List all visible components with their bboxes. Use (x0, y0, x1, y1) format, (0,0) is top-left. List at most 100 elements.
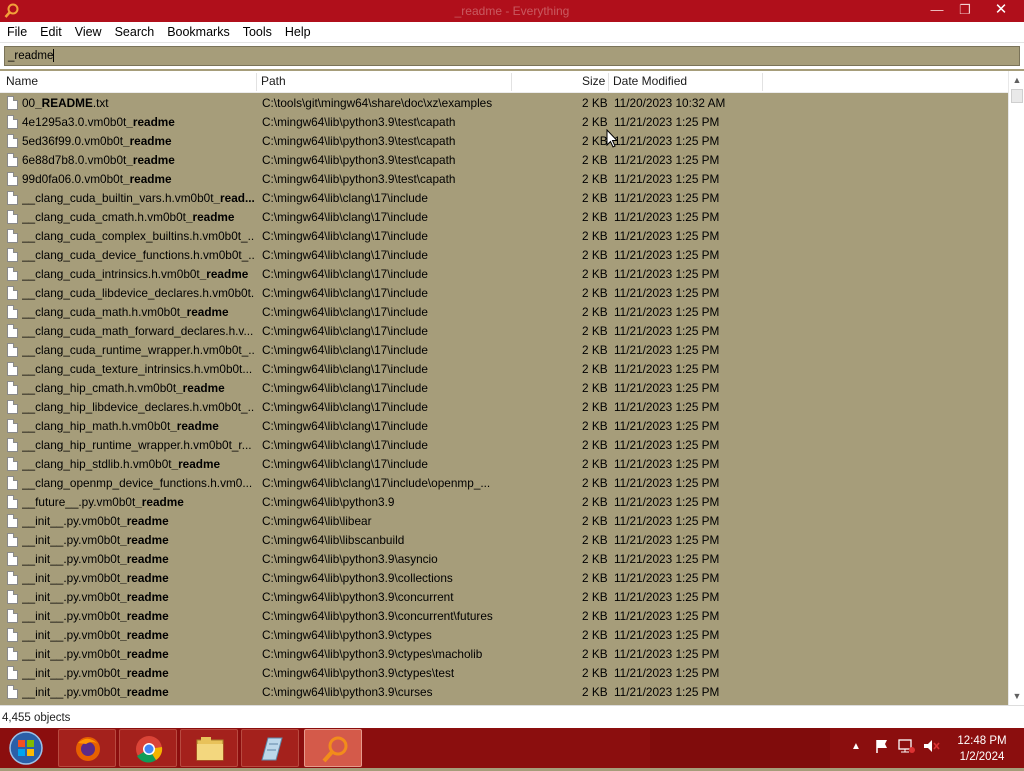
taskbar-firefox-button[interactable] (58, 729, 116, 767)
table-row[interactable]: __clang_cuda_device_functions.h.vm0b0t_.… (0, 246, 1008, 265)
file-path: C:\mingw64\lib\clang\17\include\openmp_.… (262, 476, 491, 490)
menu-file[interactable]: File (0, 22, 33, 39)
vertical-scrollbar[interactable]: ▲ ▼ (1008, 71, 1024, 705)
file-name-text: __clang_hip_runtime_wrapper.h.vm0b0t_r..… (22, 438, 252, 452)
table-row[interactable]: __clang_cuda_runtime_wrapper.h.vm0b0t_..… (0, 341, 1008, 360)
file-name-match: _readme (123, 172, 172, 186)
file-icon (7, 400, 18, 414)
file-name-match: _readme (135, 495, 184, 509)
table-row[interactable]: __clang_cuda_math.h.vm0b0t_readme C:\ming… (0, 303, 1008, 322)
menu-view[interactable]: View (68, 22, 108, 39)
file-size: 2 KB (582, 419, 608, 433)
table-row[interactable]: __init__.py.vm0b0t_readme C:\mingw64\lib\… (0, 683, 1008, 702)
table-row[interactable]: __clang_cuda_intrinsics.h.vm0b0t_readme C… (0, 265, 1008, 284)
file-date-modified: 11/21/2023 1:25 PM (614, 381, 720, 395)
taskbar-everything-button[interactable] (304, 729, 362, 767)
table-row[interactable]: __init__.py.vm0b0t_readme C:\mingw64\lib\… (0, 569, 1008, 588)
scrollbar-thumb[interactable] (1011, 89, 1023, 103)
column-header-date-modified[interactable]: Date Modified (613, 74, 687, 88)
table-row[interactable]: 5ed36f99.0.vm0b0t_readme C:\mingw64\lib\p… (0, 132, 1008, 151)
file-name-text: __clang_cuda_libdevice_declares.h.vm0b0t… (22, 286, 254, 300)
table-row[interactable]: __clang_cuda_math_forward_declares.h.v..… (0, 322, 1008, 341)
results-list: 00_README.txt C:\tools\git\mingw64\share\… (0, 94, 1008, 704)
taskbar-chrome-button[interactable] (119, 729, 177, 767)
table-row[interactable]: __init__.py.vm0b0t_readme C:\mingw64\lib\… (0, 531, 1008, 550)
file-name: __init__.py.vm0b0t_readme (22, 571, 254, 585)
table-row[interactable]: __init__.py.vm0b0t_readme C:\mingw64\lib\… (0, 588, 1008, 607)
table-row[interactable]: __init__.py.vm0b0t_readme C:\mingw64\lib\… (0, 626, 1008, 645)
file-name-text: __clang_hip_libdevice_declares.h.vm0b0t_… (22, 400, 254, 414)
table-row[interactable]: __future__.py.vm0b0t_readme C:\mingw64\li… (0, 493, 1008, 512)
file-icon (7, 514, 18, 528)
file-name-text: __clang_cuda_complex_builtins.h.vm0b0t_.… (22, 229, 254, 243)
file-name-text: __clang_cuda_intrinsics.h.vm0b0t (22, 267, 200, 281)
file-name: __clang_cuda_libdevice_declares.h.vm0b0t… (22, 286, 254, 300)
menu-search[interactable]: Search (108, 22, 161, 39)
menu-bookmarks[interactable]: Bookmarks (160, 22, 236, 39)
object-count: 4,455 objects (2, 712, 71, 724)
taskbar-file-explorer-button[interactable] (180, 729, 238, 767)
file-name-match: _readme (199, 267, 249, 281)
table-row[interactable]: 4e1295a3.0.vm0b0t_readme C:\mingw64\lib\p… (0, 113, 1008, 132)
table-row[interactable]: __clang_hip_math.h.vm0b0t_readme C:\mingw… (0, 417, 1008, 436)
minimize-button[interactable]: — (922, 0, 952, 20)
column-header-path[interactable]: Path (261, 74, 286, 88)
file-name: __clang_cuda_runtime_wrapper.h.vm0b0t_..… (22, 343, 254, 357)
action-center-flag-icon[interactable] (874, 738, 890, 754)
table-row[interactable]: __clang_openmp_device_functions.h.vm0...… (0, 474, 1008, 493)
table-row[interactable]: __init__.py.vm0b0t_readme C:\mingw64\lib\… (0, 607, 1008, 626)
table-row[interactable]: __clang_cuda_complex_builtins.h.vm0b0t_.… (0, 227, 1008, 246)
column-divider[interactable] (256, 73, 257, 91)
scroll-down-arrow-icon[interactable]: ▼ (1009, 688, 1024, 704)
table-row[interactable]: __clang_cuda_texture_intrinsics.h.vm0b0t… (0, 360, 1008, 379)
table-row[interactable]: 00_README.txt C:\tools\git\mingw64\share\… (0, 94, 1008, 113)
table-row[interactable]: __clang_hip_cmath.h.vm0b0t_readme C:\ming… (0, 379, 1008, 398)
file-name-match: _read... (213, 191, 255, 205)
file-date-modified: 11/21/2023 1:25 PM (614, 552, 720, 566)
table-row[interactable]: __init__.py.vm0b0t_readme C:\mingw64\lib\… (0, 645, 1008, 664)
file-name-text: __init__.py.vm0b0t (22, 685, 121, 699)
table-row[interactable]: __clang_cuda_cmath.h.vm0b0t_readme C:\min… (0, 208, 1008, 227)
table-row[interactable]: __init__.py.vm0b0t_readme C:\mingw64\lib\… (0, 512, 1008, 531)
file-date-modified: 11/21/2023 1:25 PM (614, 609, 720, 623)
scroll-up-arrow-icon[interactable]: ▲ (1009, 72, 1024, 88)
column-divider[interactable] (511, 73, 512, 91)
menu-tools[interactable]: Tools (236, 22, 278, 39)
table-row[interactable]: __init__.py.vm0b0t_readme C:\mingw64\lib\… (0, 550, 1008, 569)
table-row[interactable]: __clang_hip_libdevice_declares.h.vm0b0t_… (0, 398, 1008, 417)
file-size: 2 KB (582, 533, 608, 547)
table-row[interactable]: __clang_cuda_builtin_vars.h.vm0b0t_read.… (0, 189, 1008, 208)
file-path: C:\mingw64\lib\clang\17\include (262, 362, 428, 376)
file-icon (7, 457, 18, 471)
maximize-button[interactable]: ❐ (950, 0, 980, 20)
table-row[interactable]: __init__.py.vm0b0t_readme C:\mingw64\lib\… (0, 664, 1008, 683)
file-icon (7, 495, 18, 509)
column-header-name[interactable]: Name (6, 74, 38, 88)
taskbar-notepad-button[interactable] (241, 729, 299, 767)
table-row[interactable]: 99d0fa06.0.vm0b0t_readme C:\mingw64\lib\p… (0, 170, 1008, 189)
file-name-text: __init__.py.vm0b0t (22, 514, 121, 528)
file-name: 4e1295a3.0.vm0b0t_readme (22, 115, 254, 129)
search-input[interactable]: _readme (4, 46, 1020, 66)
table-row[interactable]: 6e88d7b8.0.vm0b0t_readme C:\mingw64\lib\p… (0, 151, 1008, 170)
volume-muted-icon[interactable] (922, 738, 940, 754)
menu-help[interactable]: Help (278, 22, 317, 39)
column-divider[interactable] (608, 73, 609, 91)
table-row[interactable]: __clang_cuda_libdevice_declares.h.vm0b0t… (0, 284, 1008, 303)
close-button[interactable]: ✕ (978, 0, 1024, 20)
file-date-modified: 11/21/2023 1:25 PM (614, 514, 720, 528)
table-row[interactable]: __clang_hip_runtime_wrapper.h.vm0b0t_r..… (0, 436, 1008, 455)
start-orb-icon[interactable] (4, 729, 48, 767)
taskbar-clock[interactable]: 12:48 PM 1/2/2024 (948, 733, 1016, 765)
menu-edit[interactable]: Edit (33, 22, 68, 39)
table-row[interactable]: __clang_hip_stdlib.h.vm0b0t_readme C:\min… (0, 455, 1008, 474)
file-name-match: _readme (120, 609, 169, 623)
column-divider[interactable] (762, 73, 763, 91)
show-hidden-icons-icon[interactable]: ▲ (851, 741, 861, 752)
file-path: C:\mingw64\lib\python3.9\ctypes\macholib (262, 647, 483, 661)
file-name-match: _readme (126, 153, 175, 167)
column-header-size[interactable]: Size (582, 74, 605, 88)
file-icon (7, 552, 18, 566)
network-icon[interactable] (898, 738, 916, 754)
file-date-modified: 11/21/2023 1:25 PM (614, 495, 720, 509)
